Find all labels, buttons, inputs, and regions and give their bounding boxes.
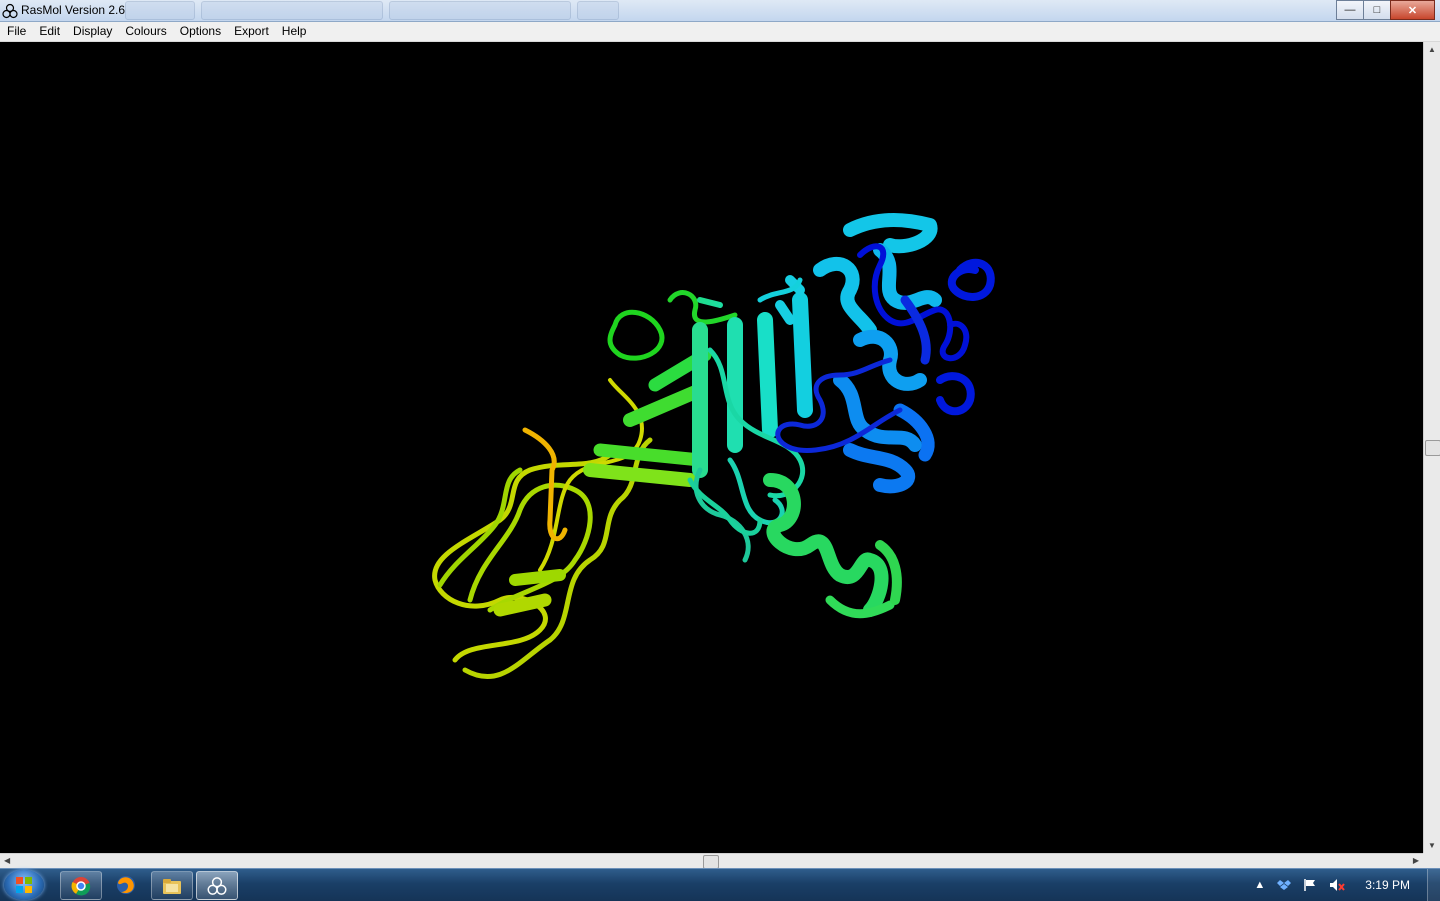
vertical-scroll-thumb[interactable] [1425, 440, 1440, 456]
menu-file[interactable]: File [0, 22, 32, 41]
menu-display[interactable]: Display [66, 22, 118, 41]
taskbar-explorer[interactable] [151, 871, 193, 900]
title-bar[interactable]: RasMol Version 2.6 — □ ✕ [0, 0, 1440, 22]
scroll-left-arrow-icon[interactable]: ◀ [4, 856, 10, 865]
scrollbar-corner [1423, 853, 1440, 868]
taskbar-rasmol[interactable] [196, 871, 238, 900]
close-button[interactable]: ✕ [1390, 0, 1435, 20]
taskbar-clock[interactable]: 3:19 PM [1365, 878, 1410, 892]
scroll-right-arrow-icon[interactable]: ▶ [1413, 856, 1419, 865]
minimize-button[interactable]: — [1336, 0, 1364, 20]
menu-options[interactable]: Options [173, 22, 227, 41]
menu-help[interactable]: Help [275, 22, 313, 41]
background-window-tabs [125, 1, 619, 20]
maximize-button[interactable]: □ [1363, 0, 1391, 20]
windows-logo-icon [16, 877, 32, 893]
horizontal-scrollbar[interactable]: ◀ ▶ [0, 853, 1423, 869]
rasmol-app-icon [2, 3, 18, 19]
scroll-down-arrow-icon[interactable]: ▼ [1428, 841, 1436, 850]
vertical-scrollbar[interactable]: ▲ ▼ [1423, 42, 1440, 853]
molecule-viewport[interactable] [0, 42, 1423, 853]
menu-bar: File Edit Display Colours Options Export… [0, 22, 1440, 42]
explorer-icon [163, 878, 181, 894]
window-title: RasMol Version 2.6 [21, 3, 126, 17]
menu-edit[interactable]: Edit [32, 22, 66, 41]
system-tray: ▲ 3:19 PM [1248, 869, 1440, 901]
rasmol-icon [207, 876, 227, 895]
taskbar-chrome[interactable] [60, 871, 102, 900]
menu-export[interactable]: Export [227, 22, 275, 41]
dropbox-icon[interactable] [1277, 878, 1292, 892]
show-desktop-button[interactable] [1427, 869, 1440, 901]
volume-muted-icon[interactable] [1329, 878, 1346, 892]
start-button[interactable] [4, 870, 44, 900]
show-hidden-icons-icon[interactable]: ▲ [1254, 879, 1265, 891]
window-controls: — □ ✕ [1336, 0, 1435, 20]
menu-colours[interactable]: Colours [118, 22, 172, 41]
horizontal-scroll-thumb[interactable] [703, 855, 719, 869]
scroll-up-arrow-icon[interactable]: ▲ [1428, 45, 1436, 54]
chrome-icon [71, 876, 91, 895]
taskbar-firefox[interactable] [106, 871, 146, 898]
taskbar: ▲ 3:19 PM [0, 868, 1440, 901]
protein-cartoon-rendering [432, 213, 995, 679]
action-center-flag-icon[interactable] [1303, 878, 1317, 892]
firefox-icon [117, 875, 135, 894]
